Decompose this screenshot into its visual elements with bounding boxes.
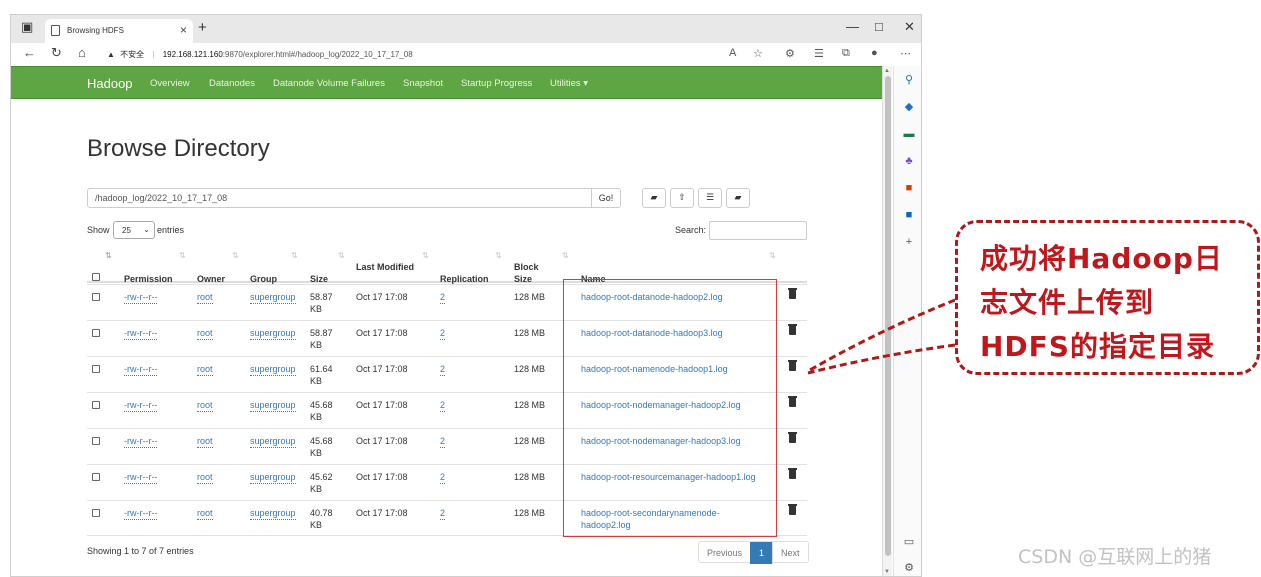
annotation-line-3: HDFS的指定目录: [980, 330, 1215, 363]
arrow-line-upper: [809, 298, 956, 372]
annotation-line-2: 志文件上传到: [980, 286, 1155, 319]
annotation-callout: 成功将Hadoop日 志文件上传到 HDFS的指定目录: [955, 220, 1260, 375]
watermark: CSDN @互联网上的猪: [1018, 546, 1212, 568]
annotation-line-1: 成功将Hadoop日: [980, 242, 1223, 275]
